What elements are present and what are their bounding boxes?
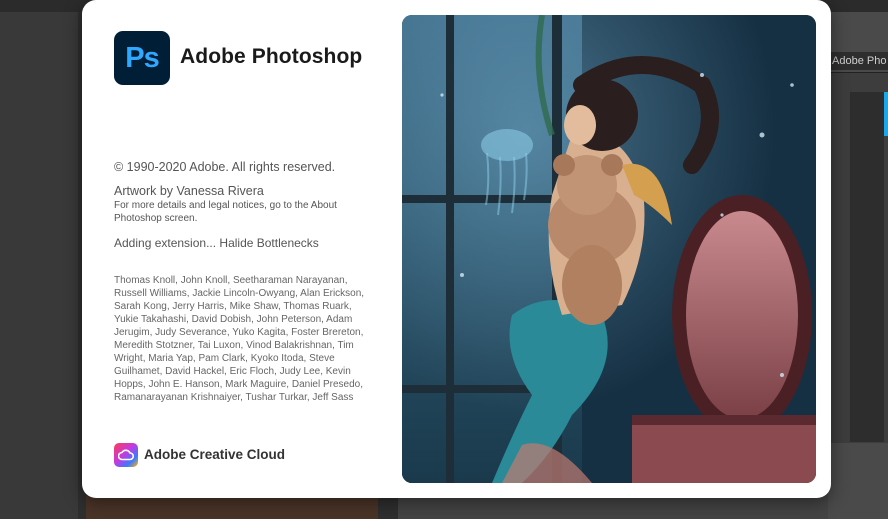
copyright-text: © 1990-2020 Adobe. All rights reserved. — [114, 160, 336, 174]
background-left-gutter — [0, 12, 80, 519]
background-panel-content — [850, 92, 884, 442]
app-icon-text: Ps — [125, 41, 159, 74]
background-image-thumbnail — [86, 496, 378, 519]
credits-list: Thomas Knoll, John Knoll, Seetharaman Na… — [114, 275, 365, 403]
loading-status: Adding extension... Halide Bottlenecks — [114, 236, 319, 250]
photoshop-logo-icon: Ps — [114, 31, 170, 85]
legal-notice: For more details and legal notices, go t… — [114, 200, 337, 224]
background-scroll-accent — [884, 92, 888, 136]
splash-artwork-image — [402, 15, 816, 483]
artwork-credit: Artwork by Vanessa Rivera — [114, 184, 264, 198]
app-title: Adobe Photoshop — [180, 45, 363, 68]
creative-cloud-icon — [114, 443, 138, 467]
background-panel-tab[interactable]: Adobe Pho — [830, 52, 888, 70]
creative-cloud-label: Adobe Creative Cloud — [144, 447, 286, 462]
